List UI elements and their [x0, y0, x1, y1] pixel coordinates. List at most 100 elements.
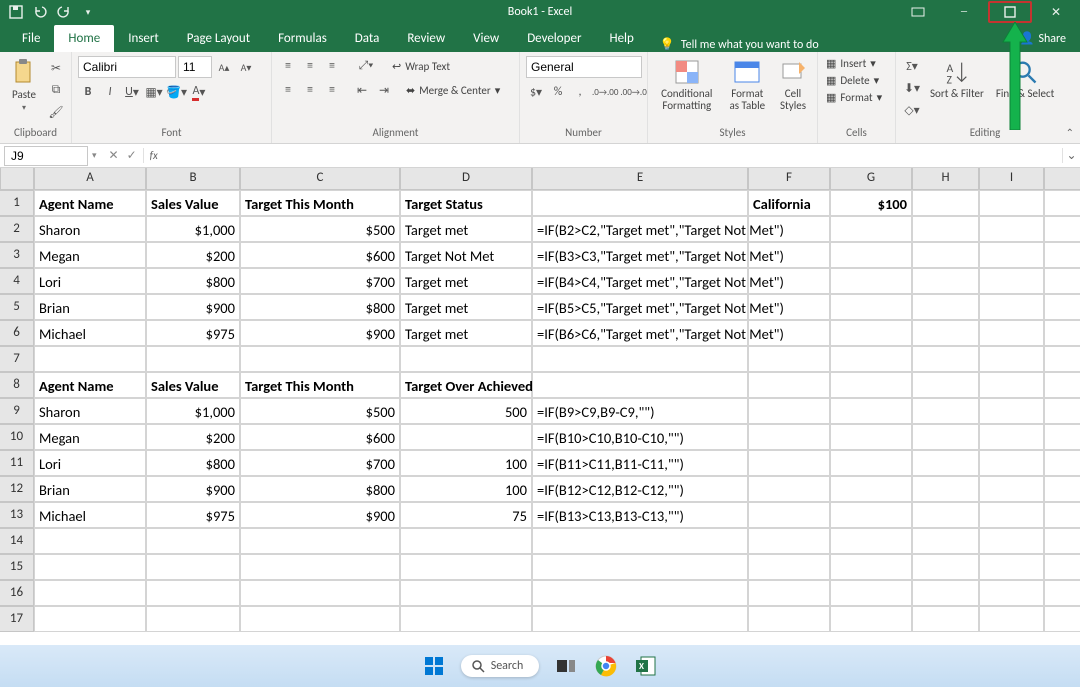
column-header-G[interactable]: G	[830, 168, 912, 190]
cell-I5[interactable]	[979, 294, 1044, 320]
column-header-J[interactable]: J	[1044, 168, 1080, 190]
comma-icon[interactable]: ,	[570, 82, 590, 102]
cell-H12[interactable]	[912, 476, 979, 502]
customize-qat-icon[interactable]: ▾	[80, 4, 96, 20]
clear-icon[interactable]: ◇▾	[902, 100, 922, 120]
align-left-icon[interactable]: ≡	[278, 80, 298, 100]
cell-A1[interactable]: Agent Name	[34, 190, 146, 216]
cell-E11[interactable]: =IF(B11>C11,B11-C11,"")	[532, 450, 748, 476]
cell-A8[interactable]: Agent Name	[34, 372, 146, 398]
cell-E7[interactable]	[532, 346, 748, 372]
row-header-11[interactable]: 11	[0, 450, 34, 476]
cell-D10[interactable]	[400, 424, 532, 450]
cell-D8[interactable]: Target Over Achieved	[400, 372, 532, 398]
cell-B15[interactable]	[146, 554, 240, 580]
excel-icon[interactable]: X	[633, 653, 659, 679]
font-name-select[interactable]	[78, 56, 176, 78]
expand-formula-icon[interactable]: ⌄	[1062, 148, 1080, 163]
cell-C11[interactable]: $700	[240, 450, 400, 476]
cell-J9[interactable]	[1044, 398, 1080, 424]
cell-G7[interactable]	[830, 346, 912, 372]
tab-view[interactable]: View	[459, 25, 513, 52]
bold-button[interactable]: B	[78, 82, 98, 102]
cell-E5[interactable]: =IF(B5>C5,"Target met","Target Not Met")	[532, 294, 748, 320]
cell-C12[interactable]: $800	[240, 476, 400, 502]
cell-F15[interactable]	[748, 554, 830, 580]
cell-I9[interactable]	[979, 398, 1044, 424]
cell-I2[interactable]	[979, 216, 1044, 242]
cell-E1[interactable]	[532, 190, 748, 216]
cell-D3[interactable]: Target Not Met	[400, 242, 532, 268]
cell-I13[interactable]	[979, 502, 1044, 528]
cell-H17[interactable]	[912, 606, 979, 632]
cell-A4[interactable]: Lori	[34, 268, 146, 294]
cell-D11[interactable]: 100	[400, 450, 532, 476]
format-cells-button[interactable]: ▦ Format ▾	[824, 90, 884, 105]
cell-C4[interactable]: $700	[240, 268, 400, 294]
cell-H8[interactable]	[912, 372, 979, 398]
autosum-icon[interactable]: Σ▾	[902, 56, 922, 76]
italic-button[interactable]: I	[100, 82, 120, 102]
cell-E14[interactable]	[532, 528, 748, 554]
cell-G13[interactable]	[830, 502, 912, 528]
cell-I15[interactable]	[979, 554, 1044, 580]
cell-styles-button[interactable]: Cell Styles	[775, 56, 811, 114]
cell-G8[interactable]	[830, 372, 912, 398]
cell-H15[interactable]	[912, 554, 979, 580]
cell-D12[interactable]: 100	[400, 476, 532, 502]
cell-A9[interactable]: Sharon	[34, 398, 146, 424]
cell-I16[interactable]	[979, 580, 1044, 606]
align-top-icon[interactable]: ≡	[278, 56, 298, 76]
row-header-6[interactable]: 6	[0, 320, 34, 346]
cell-G1[interactable]: $100	[830, 190, 912, 216]
cell-G6[interactable]	[830, 320, 912, 346]
cell-B12[interactable]: $900	[146, 476, 240, 502]
cell-B7[interactable]	[146, 346, 240, 372]
redo-icon[interactable]	[56, 4, 72, 20]
cell-D4[interactable]: Target met	[400, 268, 532, 294]
decrease-decimal-icon[interactable]: .00→.0	[620, 82, 646, 102]
cell-B16[interactable]	[146, 580, 240, 606]
cell-B5[interactable]: $900	[146, 294, 240, 320]
task-view-icon[interactable]	[553, 653, 579, 679]
cell-J6[interactable]	[1044, 320, 1080, 346]
taskbar-search[interactable]: Search	[461, 655, 540, 677]
cell-E17[interactable]	[532, 606, 748, 632]
start-icon[interactable]	[421, 653, 447, 679]
increase-indent-icon[interactable]: ⇥	[374, 80, 394, 100]
cell-J5[interactable]	[1044, 294, 1080, 320]
cell-J17[interactable]	[1044, 606, 1080, 632]
cell-I4[interactable]	[979, 268, 1044, 294]
align-bottom-icon[interactable]: ≡	[322, 56, 342, 76]
cell-F17[interactable]	[748, 606, 830, 632]
orientation-icon[interactable]: ⤢▾	[356, 56, 376, 76]
cell-E12[interactable]: =IF(B12>C12,B12-C12,"")	[532, 476, 748, 502]
cell-H13[interactable]	[912, 502, 979, 528]
cell-C6[interactable]: $900	[240, 320, 400, 346]
name-box[interactable]	[4, 146, 88, 166]
cell-H16[interactable]	[912, 580, 979, 606]
undo-icon[interactable]	[32, 4, 48, 20]
cell-A7[interactable]	[34, 346, 146, 372]
fill-icon[interactable]: ⬇▾	[902, 78, 922, 98]
number-format-select[interactable]	[526, 56, 642, 78]
cell-D17[interactable]	[400, 606, 532, 632]
underline-button[interactable]: U▾	[122, 82, 142, 102]
sort-filter-button[interactable]: AZ Sort & Filter	[926, 56, 988, 102]
cell-J3[interactable]	[1044, 242, 1080, 268]
cell-E6[interactable]: =IF(B6>C6,"Target met","Target Not Met")	[532, 320, 748, 346]
cell-D14[interactable]	[400, 528, 532, 554]
cell-J4[interactable]	[1044, 268, 1080, 294]
cell-J15[interactable]	[1044, 554, 1080, 580]
row-header-3[interactable]: 3	[0, 242, 34, 268]
cell-E8[interactable]	[532, 372, 748, 398]
cell-C16[interactable]	[240, 580, 400, 606]
cell-A13[interactable]: Michael	[34, 502, 146, 528]
cell-C1[interactable]: Target This Month	[240, 190, 400, 216]
cell-C7[interactable]	[240, 346, 400, 372]
tab-data[interactable]: Data	[341, 25, 394, 52]
cell-A12[interactable]: Brian	[34, 476, 146, 502]
column-header-F[interactable]: F	[748, 168, 830, 190]
increase-decimal-icon[interactable]: .0→.00	[592, 82, 618, 102]
cell-F16[interactable]	[748, 580, 830, 606]
